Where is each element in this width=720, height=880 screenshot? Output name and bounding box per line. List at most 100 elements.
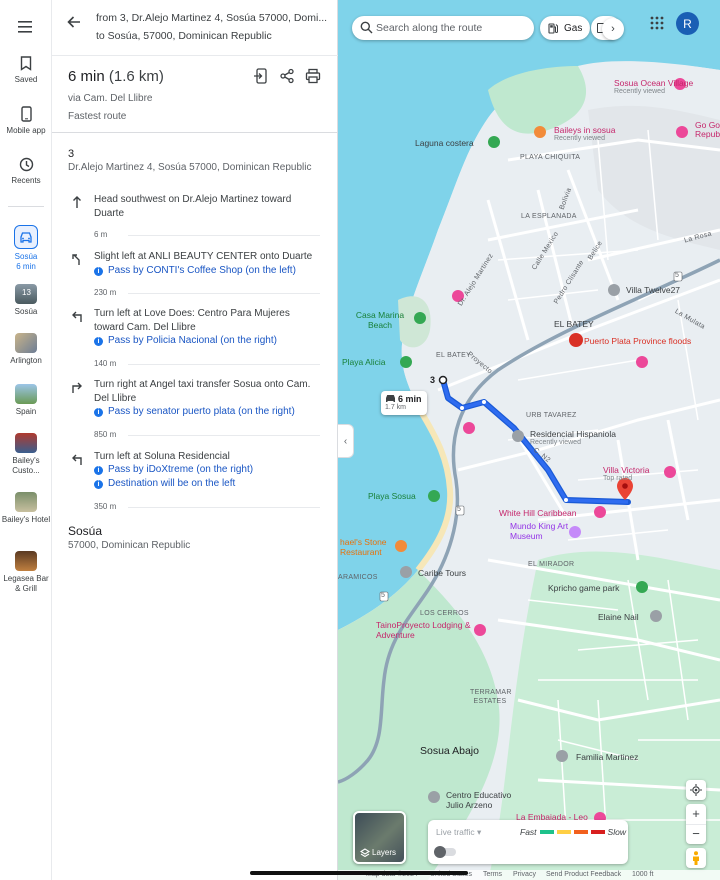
thumbnail-badge: 13 (22, 288, 31, 297)
place-label: Legasea Bar & Grill (3, 574, 49, 593)
zoom-out-button[interactable]: − (686, 824, 706, 844)
poi-casa-marina-beach[interactable]: Casa Marina Beach (350, 310, 410, 330)
rail-place-arlington[interactable]: Arlington (0, 333, 52, 366)
chevron-right-icon: › (611, 23, 615, 35)
bookmark-icon (20, 56, 32, 71)
footer-terms[interactable]: Terms (483, 871, 502, 878)
poi-playa-sosua[interactable]: Playa Sosua (368, 491, 416, 501)
poi-kpricho-game-park[interactable]: Kpricho game park (548, 583, 619, 593)
search-icon (360, 21, 373, 34)
share-icon[interactable] (279, 68, 295, 84)
rail-place-baileys-custom[interactable]: Bailey's Custo... (0, 433, 52, 476)
alert-puerto-plata-floods[interactable]: Puerto Plata Province floods (584, 336, 691, 346)
rail-active-time: 6 min (16, 262, 36, 271)
step-note[interactable]: i Pass by iDoXtreme (on the right) (94, 464, 253, 475)
route-time-distance: 6 min (1.6 km) (68, 68, 164, 85)
place-label: Arlington (10, 356, 42, 365)
poi-go-go[interactable]: Go Go Repub (695, 121, 720, 139)
step-note[interactable]: i Pass by Policia Nacional (on the right) (94, 335, 277, 346)
map-canvas[interactable]: Sosua Ocean Village Recently viewed Baile… (338, 0, 720, 880)
area-urb-tavarez: URB TAVAREZ (526, 412, 577, 419)
poi-sosua-ocean-village[interactable]: Sosua Ocean Village Recently viewed (614, 78, 693, 95)
street-view-pegman[interactable] (686, 848, 706, 868)
route-search-bar[interactable] (352, 16, 534, 40)
zoom-in-button[interactable]: + (686, 804, 706, 824)
to-address[interactable]: to Sosúa, 57000, Dominican Republic (96, 30, 328, 42)
car-icon (386, 395, 395, 402)
rail-active-route[interactable]: Sosúa 6 min (0, 225, 52, 272)
route-note: Fastest route (68, 111, 127, 122)
poi-stone-restaurant[interactable]: hael's Stone Restaurant (340, 537, 396, 557)
poi-white-hill-caribbean[interactable]: White Hill Caribbean (499, 508, 576, 518)
rail-place-spain[interactable]: Spain (0, 384, 52, 417)
step-note-text: Pass by senator puerto plata (on the rig… (108, 406, 295, 417)
road-badge: 5 (675, 272, 679, 279)
rail-mobile-app[interactable]: Mobile app (0, 106, 52, 136)
origin-address: Dr.Alejo Martinez 4, Sosúa 57000, Domini… (68, 162, 312, 173)
poi-elaine-nail[interactable]: Elaine Nail (598, 612, 639, 622)
poi-centro-educativo[interactable]: Centro Educativo Julio Arzeno (446, 790, 526, 810)
step-note[interactable]: i Destination will be on the left (94, 478, 235, 489)
my-location-button[interactable] (686, 780, 706, 800)
home-indicator (250, 871, 468, 875)
poi-familia-martinez[interactable]: Familia Martinez (576, 752, 638, 762)
rail-place-baileys-hotel[interactable]: Bailey's Hotel (0, 492, 52, 525)
live-traffic-label: Live traffic (436, 827, 475, 837)
poi-playa-alicia[interactable]: Playa Alicia (342, 357, 385, 367)
origin-number: 3 (68, 148, 75, 160)
traffic-fast-label: Fast (520, 827, 537, 837)
route-callout-time: 6 min (398, 394, 422, 404)
live-traffic-dropdown[interactable]: Live traffic ▾ (436, 827, 481, 838)
place-label: Sosúa (14, 307, 38, 316)
footer-feedback[interactable]: Send Product Feedback (546, 871, 621, 878)
poi-laguna-costera[interactable]: Laguna costera (415, 138, 474, 148)
straight-arrow-icon (73, 196, 81, 208)
print-icon[interactable] (305, 68, 321, 84)
place-thumbnail (15, 551, 37, 571)
history-icon (19, 157, 33, 172)
poi-baileys-in-sosua[interactable]: Baileys in sosua Recently viewed (554, 125, 615, 142)
place-thumbnail (15, 492, 37, 512)
footer-privacy[interactable]: Privacy (513, 871, 536, 878)
step-instruction: Turn left at Love Does: Centro Para Muje… (94, 308, 290, 333)
rail-recents[interactable]: Recents (0, 157, 52, 186)
send-to-phone-icon[interactable] (253, 68, 269, 84)
collapse-panel-button[interactable]: ‹ (338, 424, 354, 458)
apps-grid-icon[interactable] (650, 16, 664, 30)
live-traffic-toggle[interactable] (434, 846, 456, 858)
chips-scroll-right-button[interactable]: › (602, 18, 624, 40)
poi-sublabel: Top rated (603, 475, 633, 482)
rail-place-sosua[interactable]: 13 Sosúa (0, 284, 52, 317)
layers-button[interactable]: Layers (353, 811, 406, 864)
step-divider (128, 293, 320, 294)
traffic-color-stopped (590, 830, 605, 834)
footer-scale[interactable]: 1000 ft (632, 871, 653, 878)
step-note[interactable]: i Pass by CONTI's Coffee Shop (on the lef… (94, 265, 296, 276)
rail-place-legasea[interactable]: Legasea Bar & Grill (0, 551, 52, 594)
rail-mobile-app-label: Mobile app (6, 126, 46, 135)
poi-caribe-tours[interactable]: Caribe Tours (418, 568, 466, 578)
step-note[interactable]: i Pass by senator puerto plata (on the ri… (94, 406, 295, 417)
step-instruction: Head southwest on Dr.Alejo Martinez towa… (94, 194, 292, 219)
route-time-callout[interactable]: 6 min 1.7 km (381, 391, 427, 415)
poi-sublabel: Recently viewed (554, 135, 605, 142)
route-search-input[interactable] (376, 20, 526, 36)
account-avatar[interactable]: R (676, 12, 699, 35)
poi-taino-proyecto[interactable]: TainoProyecto Lodging & Adventure (376, 620, 476, 640)
step-divider (128, 364, 320, 365)
poi-residencial-hispaniola[interactable]: Residencial Hispaniola Recently viewed (530, 429, 616, 446)
phone-icon (20, 106, 32, 122)
from-address[interactable]: from 3, Dr.Alejo Martinez 4, Sosúa 57000… (96, 12, 328, 24)
map-graphics (338, 0, 720, 880)
back-arrow-icon[interactable] (64, 12, 84, 32)
poi-villa-victoria[interactable]: Villa Victoria Top rated (603, 465, 649, 482)
rail-saved[interactable]: Saved (0, 56, 52, 85)
menu-button[interactable] (0, 20, 52, 38)
poi-villa-twelve27[interactable]: Villa Twelve27 (626, 285, 680, 295)
traffic-panel: Live traffic ▾ Fast Slow (428, 820, 628, 864)
chip-gas[interactable]: Gas (540, 16, 591, 40)
poi-label: Residencial Hispaniola (530, 429, 616, 439)
route-via: via Cam. Del Llibre (68, 93, 153, 104)
poi-mundo-king-art-museum[interactable]: Mundo King Art Museum (510, 521, 572, 541)
area-terramar-estates: TERRAMAR ESTATES (470, 689, 512, 705)
